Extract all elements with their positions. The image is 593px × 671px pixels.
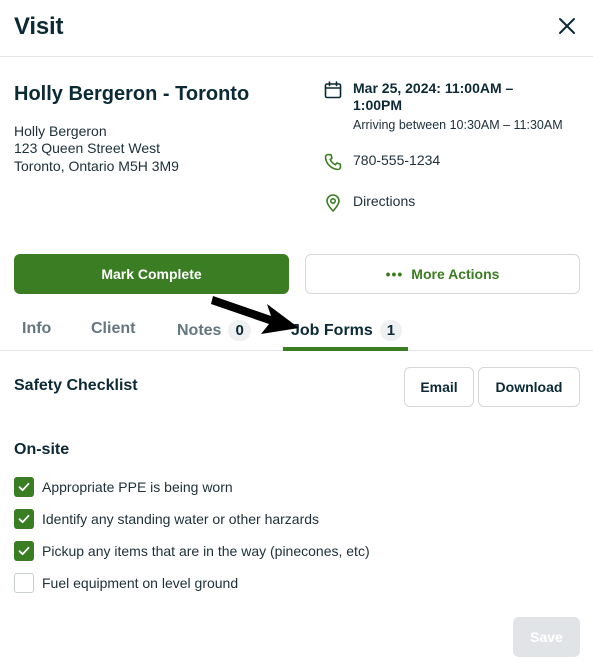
arrival-window: Arriving between 10:30AM – 11:30AM — [353, 118, 563, 132]
section-heading: On-site — [14, 441, 70, 458]
phone-icon — [324, 153, 342, 171]
directions-row[interactable]: Directions — [323, 193, 415, 213]
checklist-item[interactable]: Identify any standing water or other har… — [14, 509, 319, 529]
checklist-label: Appropriate PPE is being worn — [42, 479, 233, 495]
tab-label: Client — [91, 320, 136, 337]
checklist-label: Fuel equipment on level ground — [42, 575, 239, 591]
checklist-item[interactable]: Pickup any items that are in the way (pi… — [14, 541, 370, 561]
checklist-item[interactable]: Fuel equipment on level ground — [14, 573, 238, 593]
tab-info[interactable]: Info — [22, 320, 51, 338]
check-icon — [18, 514, 30, 524]
save-button[interactable]: Save — [513, 617, 580, 657]
checklist-label: Pickup any items that are in the way (pi… — [42, 543, 370, 559]
download-button[interactable]: Download — [478, 367, 580, 407]
directions-link[interactable]: Directions — [353, 193, 415, 209]
checklist-item[interactable]: Appropriate PPE is being worn — [14, 477, 233, 497]
address-line: Holly Bergeron — [14, 123, 107, 139]
visit-date-line1: Mar 25, 2024: 11:00AM – — [353, 80, 514, 96]
pointer-arrow-icon — [211, 296, 299, 334]
checklist-label: Identify any standing water or other har… — [42, 511, 320, 527]
visit-date-line2: 1:00PM — [353, 97, 403, 113]
more-actions-button[interactable]: ••• More Actions — [305, 254, 580, 294]
active-tab-indicator — [283, 347, 408, 351]
phone-row[interactable]: 780-555-1234 — [323, 152, 440, 172]
checkbox-checked[interactable] — [14, 541, 34, 561]
tab-label: Job Forms — [291, 321, 373, 339]
tab-client[interactable]: Client — [91, 320, 135, 338]
mark-complete-button[interactable]: Mark Complete — [14, 254, 289, 294]
close-icon[interactable] — [555, 14, 579, 38]
dialog-header: Visit — [0, 0, 593, 57]
more-dots-icon: ••• — [385, 266, 404, 282]
checkbox-checked[interactable] — [14, 509, 34, 529]
tab-label: Info — [22, 320, 52, 337]
check-icon — [18, 546, 30, 556]
map-pin-icon — [326, 194, 340, 213]
more-actions-label: More Actions — [411, 266, 500, 282]
schedule-row: Mar 25, 2024: 11:00AM – 1:00PM — [323, 80, 563, 114]
check-icon — [18, 482, 30, 492]
address-line: Toronto, Ontario M5H 3M9 — [14, 158, 179, 174]
checkbox-unchecked[interactable] — [14, 573, 34, 593]
form-title: Safety Checklist — [14, 377, 138, 394]
address-line: 123 Queen Street West — [14, 140, 161, 156]
email-button[interactable]: Email — [404, 367, 474, 407]
phone-number[interactable]: 780-555-1234 — [353, 152, 440, 168]
dialog-title: Visit — [14, 13, 64, 40]
client-heading: Holly Bergeron - Toronto — [14, 83, 250, 105]
checkbox-checked[interactable] — [14, 477, 34, 497]
tab-job-forms[interactable]: Job Forms 1 — [291, 320, 403, 341]
job-forms-count-badge: 1 — [379, 320, 403, 341]
calendar-icon — [324, 81, 342, 99]
visit-date: Mar 25, 2024: 11:00AM – 1:00PM — [353, 80, 563, 114]
